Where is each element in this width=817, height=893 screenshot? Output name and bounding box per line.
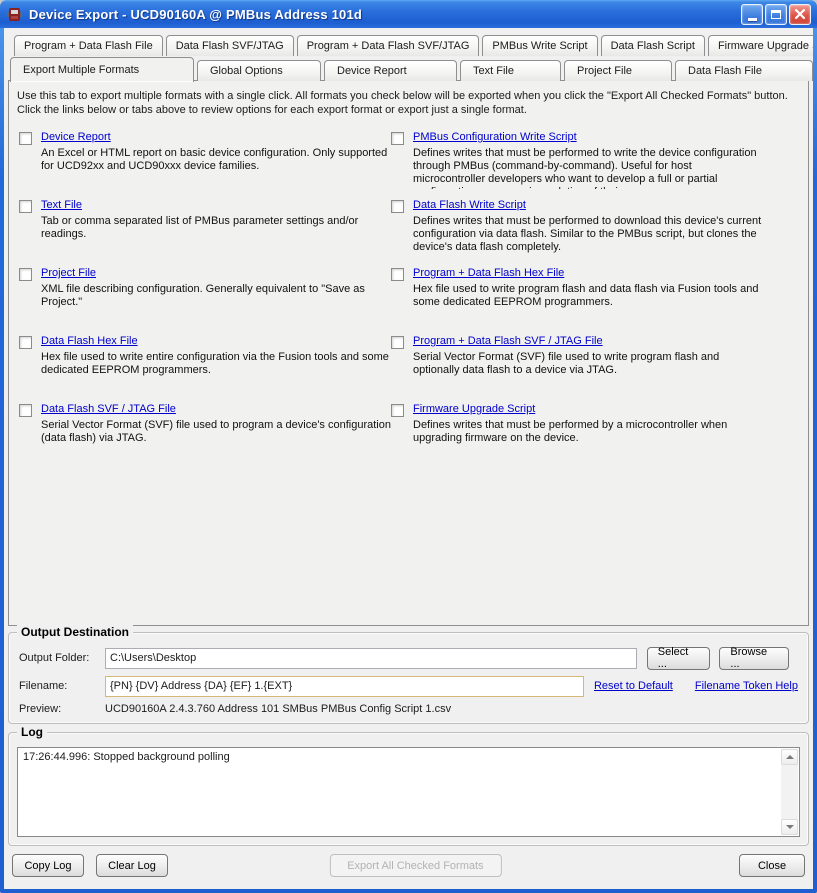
log-entry: 17:26:44.996: Stopped background polling bbox=[18, 748, 799, 766]
format-item-data-flash-svf-jtag-file: Data Flash SVF / JTAG File Serial Vector… bbox=[19, 403, 391, 471]
pmbus-config-write-script-checkbox[interactable] bbox=[391, 132, 404, 145]
format-item-device-report: Device Report An Excel or HTML report on… bbox=[19, 131, 391, 199]
firmware-upgrade-script-desc: Defines writes that must be performed by… bbox=[413, 419, 765, 445]
pmbus-config-write-script-link[interactable]: PMBus Configuration Write Script bbox=[413, 131, 577, 143]
device-report-link[interactable]: Device Report bbox=[41, 131, 111, 143]
tab-export-multiple-formats[interactable]: Export Multiple Formats bbox=[10, 57, 194, 82]
titlebar: Device Export - UCD90160A @ PMBus Addres… bbox=[0, 0, 817, 28]
maximize-icon bbox=[771, 10, 781, 19]
format-item-data-flash-write-script: Data Flash Write Script Defines writes t… bbox=[391, 199, 800, 267]
tab-row-top: Program + Data Flash File Data Flash SVF… bbox=[4, 34, 813, 56]
text-file-link[interactable]: Text File bbox=[41, 199, 82, 211]
format-item-data-flash-hex-file: Data Flash Hex File Hex file used to wri… bbox=[19, 335, 391, 403]
tab-row-bottom: Export Multiple Formats Global Options D… bbox=[4, 56, 813, 81]
tab-data-flash-script[interactable]: Data Flash Script bbox=[601, 35, 705, 56]
output-destination-group: Output Destination Output Folder: C:\Use… bbox=[8, 632, 809, 724]
program-data-flash-svf-jtag-file-desc: Serial Vector Format (SVF) file used to … bbox=[413, 351, 765, 377]
export-multiple-formats-panel: Use this tab to export multiple formats … bbox=[8, 80, 809, 626]
program-data-flash-svf-jtag-file-link[interactable]: Program + Data Flash SVF / JTAG File bbox=[413, 335, 603, 347]
tab-device-report[interactable]: Device Report bbox=[324, 60, 457, 81]
format-item-program-data-flash-svf-jtag-file: Program + Data Flash SVF / JTAG File Ser… bbox=[391, 335, 800, 403]
intro-text: Use this tab to export multiple formats … bbox=[9, 81, 804, 117]
chevron-down-icon bbox=[786, 825, 794, 829]
maximize-button[interactable] bbox=[765, 4, 787, 25]
project-file-checkbox[interactable] bbox=[19, 268, 32, 281]
tab-program-data-flash-file[interactable]: Program + Data Flash File bbox=[14, 35, 163, 56]
data-flash-svf-jtag-file-checkbox[interactable] bbox=[19, 404, 32, 417]
window-title: Device Export - UCD90160A @ PMBus Addres… bbox=[29, 7, 741, 22]
log-group: Log 17:26:44.996: Stopped background pol… bbox=[8, 732, 809, 846]
text-file-desc: Tab or comma separated list of PMBus par… bbox=[41, 215, 391, 241]
device-report-checkbox[interactable] bbox=[19, 132, 32, 145]
data-flash-svf-jtag-file-link[interactable]: Data Flash SVF / JTAG File bbox=[41, 403, 176, 415]
filename-token-help-link[interactable]: Filename Token Help bbox=[695, 680, 798, 692]
preview-label: Preview: bbox=[19, 703, 105, 715]
project-file-desc: XML file describing configuration. Gener… bbox=[41, 283, 391, 309]
output-destination-legend: Output Destination bbox=[17, 625, 133, 639]
device-report-desc: An Excel or HTML report on basic device … bbox=[41, 147, 391, 173]
format-item-text-file: Text File Tab or comma separated list of… bbox=[19, 199, 391, 267]
output-folder-input[interactable]: C:\Users\Desktop bbox=[105, 648, 637, 669]
data-flash-write-script-checkbox[interactable] bbox=[391, 200, 404, 213]
format-item-pmbus-config-write-script: PMBus Configuration Write Script Defines… bbox=[391, 131, 800, 199]
client-area: Program + Data Flash File Data Flash SVF… bbox=[4, 28, 813, 889]
copy-log-button[interactable]: Copy Log bbox=[12, 854, 84, 877]
clear-log-button[interactable]: Clear Log bbox=[96, 854, 168, 877]
log-scrollbar[interactable] bbox=[781, 749, 798, 835]
data-flash-hex-file-checkbox[interactable] bbox=[19, 336, 32, 349]
data-flash-write-script-desc: Defines writes that must be performed to… bbox=[413, 215, 765, 254]
program-data-flash-hex-file-link[interactable]: Program + Data Flash Hex File bbox=[413, 267, 564, 279]
format-item-firmware-upgrade-script: Firmware Upgrade Script Defines writes t… bbox=[391, 403, 800, 471]
format-grid: Device Report An Excel or HTML report on… bbox=[9, 117, 808, 471]
tab-data-flash-svf-jtag[interactable]: Data Flash SVF/JTAG bbox=[166, 35, 294, 56]
preview-value: UCD90160A 2.4.3.760 Address 101 SMBus PM… bbox=[105, 703, 451, 715]
format-item-program-data-flash-hex-file: Program + Data Flash Hex File Hex file u… bbox=[391, 267, 800, 335]
close-icon bbox=[795, 9, 805, 19]
close-dialog-button[interactable]: Close bbox=[739, 854, 805, 877]
scroll-up-button[interactable] bbox=[781, 749, 798, 765]
data-flash-write-script-link[interactable]: Data Flash Write Script bbox=[413, 199, 526, 211]
chevron-up-icon bbox=[786, 755, 794, 759]
tab-program-data-flash-svf-jtag[interactable]: Program + Data Flash SVF/JTAG bbox=[297, 35, 480, 56]
pmbus-config-write-script-desc: Defines writes that must be performed to… bbox=[413, 147, 765, 189]
reset-to-default-link[interactable]: Reset to Default bbox=[594, 680, 673, 692]
app-icon bbox=[6, 6, 23, 23]
data-flash-svf-jtag-file-desc: Serial Vector Format (SVF) file used to … bbox=[41, 419, 391, 445]
data-flash-hex-file-desc: Hex file used to write entire configurat… bbox=[41, 351, 391, 377]
program-data-flash-svf-jtag-file-checkbox[interactable] bbox=[391, 336, 404, 349]
tab-data-flash-file[interactable]: Data Flash File bbox=[675, 60, 813, 81]
close-button[interactable] bbox=[789, 4, 811, 25]
program-data-flash-hex-file-desc: Hex file used to write program flash and… bbox=[413, 283, 765, 309]
tab-project-file[interactable]: Project File bbox=[564, 60, 672, 81]
program-data-flash-hex-file-checkbox[interactable] bbox=[391, 268, 404, 281]
tab-firmware-upgrade-script[interactable]: Firmware Upgrade Script bbox=[708, 35, 813, 56]
project-file-link[interactable]: Project File bbox=[41, 267, 96, 279]
text-file-checkbox[interactable] bbox=[19, 200, 32, 213]
filename-input[interactable]: {PN} {DV} Address {DA} {EF} 1.{EXT} bbox=[105, 676, 584, 697]
minimize-icon bbox=[748, 18, 757, 21]
tab-pmbus-write-script[interactable]: PMBus Write Script bbox=[482, 35, 597, 56]
bottom-button-bar: Copy Log Clear Log Export All Checked Fo… bbox=[8, 854, 809, 880]
log-textarea[interactable]: 17:26:44.996: Stopped background polling bbox=[17, 747, 800, 837]
firmware-upgrade-script-link[interactable]: Firmware Upgrade Script bbox=[413, 403, 535, 415]
data-flash-hex-file-link[interactable]: Data Flash Hex File bbox=[41, 335, 138, 347]
output-folder-label: Output Folder: bbox=[19, 652, 105, 664]
firmware-upgrade-script-checkbox[interactable] bbox=[391, 404, 404, 417]
tab-global-options[interactable]: Global Options bbox=[197, 60, 321, 81]
device-export-window: Device Export - UCD90160A @ PMBus Addres… bbox=[0, 0, 817, 893]
tab-text-file[interactable]: Text File bbox=[460, 60, 561, 81]
export-all-checked-formats-button[interactable]: Export All Checked Formats bbox=[329, 854, 501, 877]
format-item-project-file: Project File XML file describing configu… bbox=[19, 267, 391, 335]
minimize-button[interactable] bbox=[741, 4, 763, 25]
select-button[interactable]: Select ... bbox=[647, 647, 711, 670]
filename-label: Filename: bbox=[19, 680, 105, 692]
scroll-down-button[interactable] bbox=[781, 819, 798, 835]
log-legend: Log bbox=[17, 725, 47, 739]
browse-button[interactable]: Browse ... bbox=[719, 647, 789, 670]
